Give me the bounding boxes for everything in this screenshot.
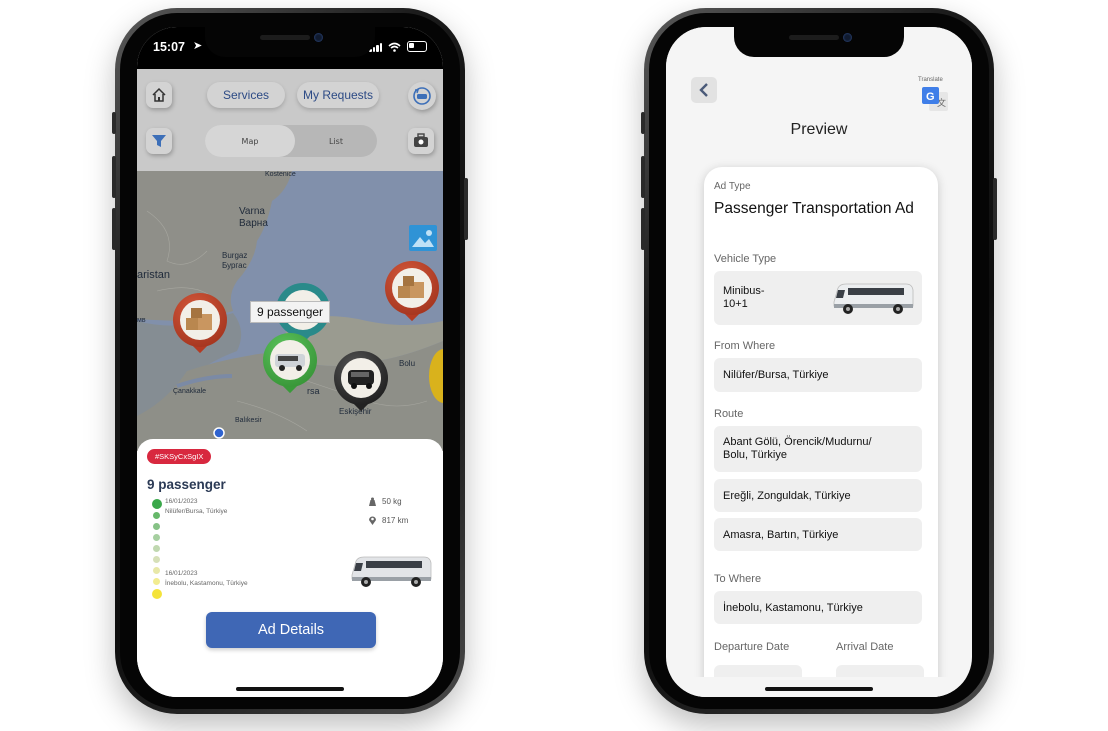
end-date: 16/01/2023 <box>165 570 198 577</box>
map-label-canakkale: Çanakkale <box>173 388 207 395</box>
home-icon <box>152 87 166 102</box>
translate-label: Translate <box>918 77 943 83</box>
status-time: 15:07 <box>153 40 185 54</box>
map-pin-cargo-red[interactable] <box>173 293 227 365</box>
location-pin-icon <box>369 516 376 525</box>
vehicle-switch-icon <box>413 87 431 105</box>
map-label-aristan: aristan <box>137 269 171 281</box>
minibus-icon <box>275 354 305 371</box>
app-header: Services My Requests Map List <box>137 69 443 171</box>
end-place: İnebolu, Kastamonu, Türkiye <box>165 580 248 587</box>
location-arrow-icon: ➤ <box>193 39 203 52</box>
right-phone-frame: Translate 文 G Preview Ad Type Passenger … <box>641 8 997 714</box>
van-icon <box>348 370 374 389</box>
map-pin-tooltip: 9 passenger <box>250 301 331 323</box>
list-view-tab[interactable]: List <box>295 125 377 157</box>
filter-button[interactable] <box>146 128 172 154</box>
departure-date-label: Departure Date <box>714 641 790 653</box>
ad-details-button[interactable]: Ad Details <box>206 612 376 648</box>
left-phone-frame: 15:07 ➤ Services My Requests Map List Ko… <box>112 8 468 714</box>
boxes-icon <box>186 308 212 330</box>
route-stop-3: Amasra, Bartın, Türkiye <box>714 518 922 551</box>
weight-stat: 50 kg <box>368 497 402 506</box>
luggage-icon <box>414 133 428 147</box>
map-label-varna: Varna <box>239 206 265 217</box>
route-stop-1-line1: Abant Gölü, Örencik/Mudurnu/ <box>723 436 872 448</box>
wifi-icon <box>388 42 401 52</box>
listing-id-badge: #SKSyCxSgIX <box>147 449 212 464</box>
map-label-balikesir: Balıkesir <box>235 417 262 424</box>
ad-type-label: Ad Type <box>714 181 751 192</box>
weight-icon <box>369 497 376 506</box>
map-pin-cargo-red-2[interactable] <box>385 261 439 333</box>
minibus-image <box>833 283 914 314</box>
map-label-burgaz: Burgaz <box>222 251 248 260</box>
from-where-field: Nilüfer/Bursa, Türkiye <box>714 358 922 392</box>
vehicle-type-line2: 10+1 <box>723 298 748 310</box>
map-label-kosterice: Kostenice <box>265 171 296 178</box>
back-button[interactable] <box>691 77 717 103</box>
map-label-bolu: Bolu <box>399 359 416 368</box>
home-indicator <box>765 687 873 691</box>
to-where-field: İnebolu, Kastamonu, Türkiye <box>714 591 922 624</box>
luggage-button[interactable] <box>408 128 434 154</box>
right-screen: Translate 文 G Preview Ad Type Passenger … <box>666 27 972 697</box>
route-end-dot <box>152 589 162 599</box>
vehicle-type-line1: Minibus- <box>723 285 765 297</box>
battery-icon <box>407 41 427 52</box>
listing-title: 9 passenger <box>147 477 226 492</box>
distance-value: 817 km <box>382 515 409 525</box>
image-layer-icon[interactable] <box>409 225 437 251</box>
route-label: Route <box>714 408 744 420</box>
map-view[interactable]: Kostenice Varna Варна Burgaz Бургас aris… <box>137 171 443 451</box>
preview-card: Ad Type Passenger Transportation Ad Vehi… <box>704 167 938 697</box>
filter-icon <box>152 135 166 147</box>
home-button[interactable] <box>146 82 172 108</box>
google-translate-icon: 文 G <box>922 87 948 111</box>
chevron-left-icon <box>699 83 708 97</box>
to-where-label: To Where <box>714 573 762 585</box>
distance-stat: 817 km <box>368 515 408 525</box>
home-indicator <box>236 687 344 691</box>
services-tab[interactable]: Services <box>207 82 285 108</box>
translate-button[interactable]: Translate 文 G <box>918 77 952 117</box>
route-stop-1: Abant Gölü, Örencik/Mudurnu/ Bolu, Türki… <box>714 426 922 472</box>
ad-type-value: Passenger Transportation Ad <box>714 200 914 217</box>
start-place: Nilüfer/Bursa, Türkiye <box>165 508 228 515</box>
map-label-burgaz-cyrillic: Бургас <box>222 261 247 270</box>
notch <box>734 27 904 57</box>
view-toggle: Map List <box>205 125 377 157</box>
map-pin-minibus-green[interactable] <box>263 333 317 405</box>
weight-value: 50 kg <box>382 497 402 506</box>
vehicle-type-label: Vehicle Type <box>714 253 777 265</box>
vehicle-type-field: Minibus- 10+1 <box>714 271 922 325</box>
route-stop-2: Ereğli, Zonguldak, Türkiye <box>714 479 922 512</box>
map-label-mb: мв <box>137 317 146 324</box>
arrival-date-label: Arrival Date <box>836 641 894 653</box>
route-start-dot <box>152 499 162 509</box>
minibus-image <box>351 556 432 587</box>
map-label-varna-cyrillic: Варна <box>239 218 268 229</box>
route-stop-1-line2: Bolu, Türkiye <box>723 449 787 461</box>
switch-mode-button[interactable] <box>408 82 436 110</box>
boxes-icon <box>398 276 424 298</box>
map-pin-van-black[interactable] <box>334 351 388 423</box>
map-view-tab[interactable]: Map <box>205 125 295 157</box>
from-where-label: From Where <box>714 340 776 352</box>
left-screen: 15:07 ➤ Services My Requests Map List Ko… <box>137 27 443 697</box>
page-title: Preview <box>790 121 848 138</box>
start-date: 16/01/2023 <box>165 498 198 505</box>
listing-card: #SKSyCxSgIX 9 passenger 16/01/2023 Nilüf… <box>137 439 443 697</box>
notch <box>205 27 375 57</box>
my-requests-tab[interactable]: My Requests <box>297 82 379 108</box>
svg-text:G: G <box>926 91 935 103</box>
